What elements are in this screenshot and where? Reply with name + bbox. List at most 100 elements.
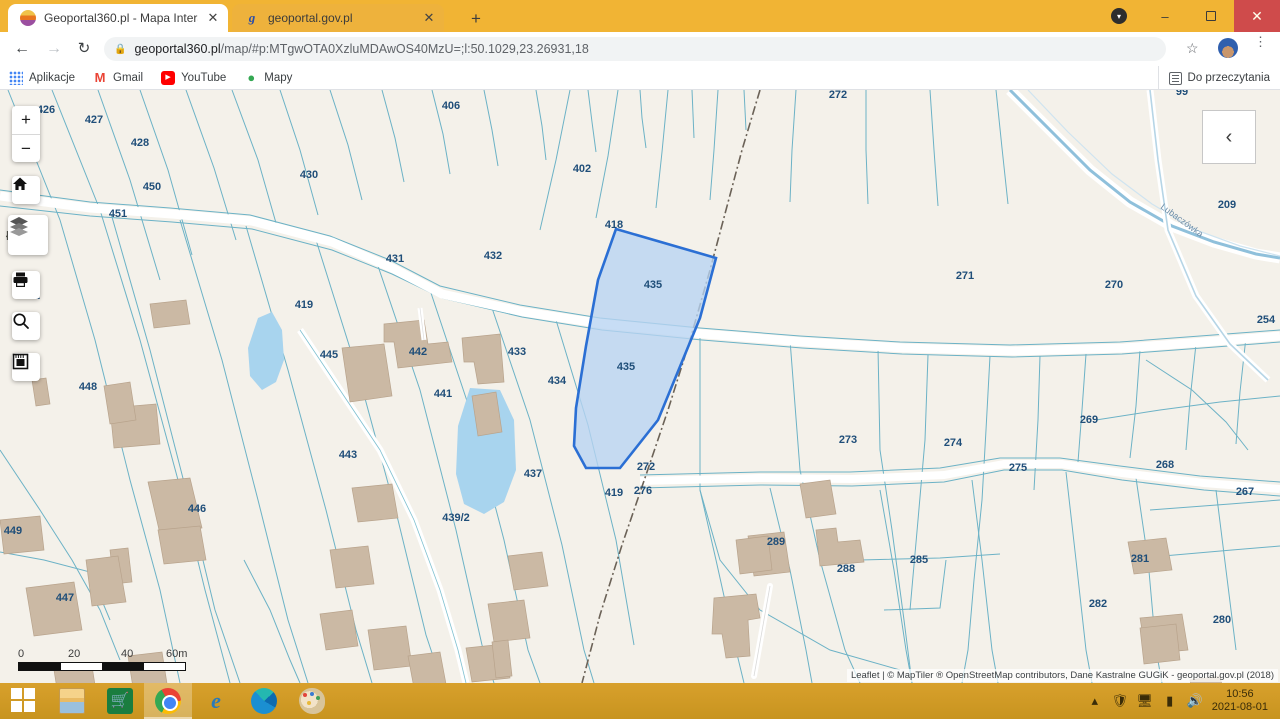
bookmark-mapy[interactable]: ● Mapy [235, 66, 301, 90]
parcel-label: 443 [339, 449, 357, 461]
chrome-icon [155, 688, 181, 714]
bookmarks-bar: Aplikacje M Gmail ▶ YouTube ● Mapy Do pr… [0, 66, 1280, 90]
tab-geoportal360[interactable]: Geoportal360.pl - Mapa Interakt ✕ [8, 4, 228, 32]
home-icon [13, 177, 27, 190]
parcel-label: 435 [644, 279, 662, 291]
clock[interactable]: 10:56 2021-08-01 [1212, 688, 1272, 714]
bookmark-label: Aplikacje [29, 71, 76, 84]
parcel-label: 430 [300, 169, 318, 181]
map-vector-layer: 4264274284504514524304064024184314324194… [0, 90, 1280, 683]
layers-control [8, 215, 48, 255]
volume-icon[interactable]: 🔊 [1187, 693, 1203, 709]
folder-icon [59, 688, 85, 714]
search-button[interactable] [12, 312, 40, 340]
windows-logo-icon [11, 688, 37, 714]
profile-menu-button[interactable]: ▾ [1096, 0, 1142, 32]
avatar[interactable] [1218, 38, 1238, 58]
tray-expand-icon[interactable]: ▴ [1087, 693, 1103, 709]
system-tray: ▴ 🛡 🖥 ▮ 🔊 10:56 2021-08-01 [1087, 683, 1272, 719]
layers-button[interactable] [8, 215, 48, 255]
reload-button[interactable]: ↻ [74, 39, 94, 59]
zoom-in-button[interactable]: + [12, 106, 40, 134]
search-icon [13, 313, 29, 329]
address-bar[interactable]: 🔒 geoportal360.pl/map/#p:MTgwOTA0XzluMDA… [104, 37, 1166, 61]
parcel-label: 418 [605, 219, 623, 231]
parcel-label: 442 [409, 346, 427, 358]
dual-display-icon[interactable]: 🖥 [1136, 693, 1153, 709]
close-icon[interactable]: ✕ [206, 11, 220, 25]
bookmark-label: Gmail [113, 71, 144, 84]
bookmark-label: Mapy [264, 71, 293, 84]
minimize-button[interactable]: – [1142, 0, 1188, 32]
parcel-label: 281 [1131, 553, 1149, 565]
reading-list-label: Do przeczytania [1187, 72, 1270, 84]
parcel-label: 272 [637, 461, 655, 473]
print-icon [13, 272, 28, 287]
taskbar-google-chrome[interactable] [144, 683, 192, 719]
parcel-label: 275 [1009, 462, 1027, 474]
chevron-down-icon: ▾ [1111, 8, 1127, 24]
parcel-label: 450 [143, 181, 161, 193]
parcel-label: 99 [1176, 90, 1188, 98]
parcel-label: 427 [85, 114, 103, 126]
bookmark-youtube[interactable]: ▶ YouTube [152, 66, 235, 90]
taskbar-paint[interactable] [288, 683, 336, 719]
start-button[interactable] [0, 683, 48, 719]
taskbar-microsoft-edge[interactable] [240, 683, 288, 719]
parcel-label: 268 [1156, 459, 1174, 471]
measure-control [12, 353, 40, 381]
tab-strip: Geoportal360.pl - Mapa Interakt ✕ g geop… [0, 0, 1280, 32]
browser-toolbar: ← → ↻ 🔒 geoportal360.pl/map/#p:MTgwOTA0X… [0, 32, 1280, 66]
back-button[interactable]: ← [12, 39, 32, 59]
map-canvas[interactable]: 4264274284504514524304064024184314324194… [0, 90, 1280, 683]
new-tab-button[interactable]: + [466, 9, 486, 29]
edge-icon [251, 688, 277, 714]
home-button[interactable] [12, 176, 40, 204]
tab-geoportal-gov[interactable]: g geoportal.gov.pl ✕ [232, 4, 444, 32]
parcel-label: 270 [1105, 279, 1123, 291]
url-text: geoportal360.pl/map/#p:MTgwOTA0XzluMDAwO… [134, 42, 589, 56]
parcel-label: 269 [1080, 414, 1098, 426]
measure-area-icon [12, 353, 29, 370]
reading-list-button[interactable]: Do przeczytania [1157, 66, 1270, 90]
bookmark-aplikacje[interactable]: Aplikacje [0, 66, 84, 90]
close-icon[interactable]: ✕ [422, 11, 436, 25]
parcel-label: 439/2 [442, 512, 470, 524]
geoportal360-favicon-icon [20, 10, 36, 26]
taskbar-microsoft-store[interactable]: 🛒 [96, 683, 144, 719]
print-button[interactable] [12, 271, 40, 299]
taskbar-internet-explorer[interactable]: e [192, 683, 240, 719]
tab-title: geoportal.gov.pl [268, 11, 353, 25]
parcel-label: 209 [1218, 199, 1236, 211]
measure-area-button[interactable] [12, 353, 40, 381]
collapse-panel-button[interactable]: ‹ [1202, 110, 1256, 164]
parcel-label: 272 [829, 90, 847, 101]
bookmark-star-icon[interactable]: ☆ [1186, 40, 1199, 57]
zoom-out-button[interactable]: − [12, 134, 40, 162]
apps-grid-icon [9, 70, 23, 85]
store-icon: 🛒 [107, 688, 133, 714]
scale-tick-60: 60m [166, 648, 188, 660]
zoom-controls: + − [12, 106, 40, 162]
taskbar-file-explorer[interactable] [48, 683, 96, 719]
forward-button[interactable]: → [44, 39, 64, 59]
scale-tick-40: 40 [121, 648, 134, 660]
scale-bar: 0 20 40 60m [18, 648, 188, 671]
map-attribution[interactable]: Leaflet | © MapTiler ® OpenStreetMap con… [846, 669, 1278, 682]
parcel-label: 282 [1089, 598, 1107, 610]
maps-pin-icon: ● [247, 69, 256, 85]
parcel-label: 433 [508, 346, 526, 358]
close-window-button[interactable]: ✕ [1234, 0, 1280, 32]
parcel-label: 434 [548, 375, 567, 387]
chrome-menu-icon[interactable]: ⋮ [1254, 35, 1267, 48]
maximize-button[interactable] [1188, 0, 1234, 32]
search-control [12, 312, 40, 340]
parcel-label: 285 [910, 554, 928, 566]
bookmark-gmail[interactable]: M Gmail [84, 66, 152, 90]
parcel-label: 431 [386, 253, 404, 265]
print-control [12, 271, 40, 299]
shield-alert-icon[interactable]: 🛡 [1111, 693, 1128, 709]
network-icon[interactable]: ▮ [1162, 693, 1178, 709]
parcel-label: 402 [573, 163, 591, 175]
parcel-label: 406 [442, 100, 460, 112]
